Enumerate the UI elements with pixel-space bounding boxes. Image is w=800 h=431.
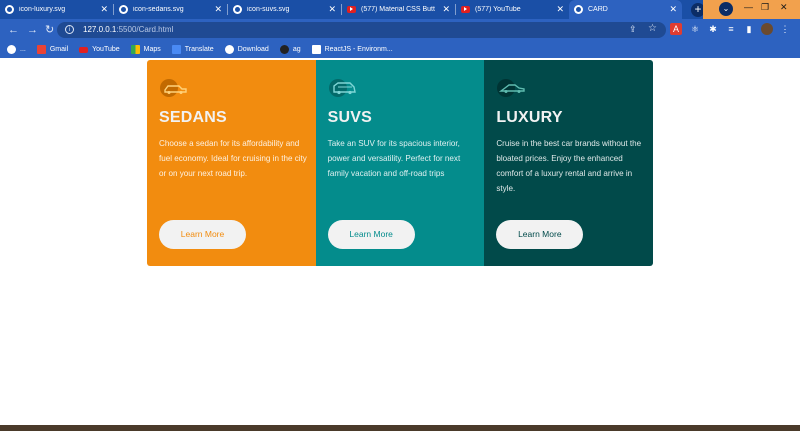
url-path: :5500/Card.html	[116, 25, 174, 34]
bookmarks-bar: ... Gmail YouTube Maps Translate Downloa…	[0, 41, 800, 58]
learn-more-button[interactable]: Learn More	[159, 220, 246, 249]
browser-tab[interactable]: (577) Material CSS Butt ✕	[342, 0, 455, 19]
close-icon[interactable]: ✕	[669, 5, 677, 14]
card-title: SUVS	[327, 109, 373, 126]
globe-icon	[233, 5, 242, 14]
site-info-icon[interactable]: i	[65, 25, 74, 34]
react-icon	[311, 45, 321, 54]
ag-icon	[279, 45, 289, 54]
bookmark-label: Download	[237, 46, 269, 53]
minimize-icon[interactable]: —	[744, 2, 753, 12]
youtube-icon	[347, 6, 356, 13]
globe-icon	[5, 5, 14, 14]
card-description: Cruise in the best car brands without th…	[496, 139, 642, 193]
luxury-car-icon	[497, 79, 526, 97]
bookmark-label: ReactJS - Environm...	[324, 46, 393, 53]
os-taskbar	[0, 425, 800, 431]
card-luxury: LUXURY Cruise in the best car brands wit…	[484, 60, 653, 266]
pdf-extension-icon[interactable]: A	[670, 23, 682, 35]
react-devtools-icon[interactable]: ⚛	[689, 23, 701, 35]
card-group: SEDANS Choose a sedan for its affordabil…	[147, 60, 653, 266]
tab-search-icon[interactable]: ⌄	[719, 2, 733, 16]
restore-icon[interactable]: ❐	[761, 2, 769, 13]
profile-avatar[interactable]	[761, 23, 773, 35]
url-text[interactable]: 127.0.0.1:5500/Card.html	[83, 25, 173, 34]
bookmark-label: Maps	[143, 46, 161, 53]
close-icon[interactable]: ✕	[328, 5, 336, 14]
close-icon[interactable]: ✕	[442, 5, 450, 14]
side-panel-icon[interactable]: ▮	[743, 23, 755, 35]
maps-icon	[130, 45, 140, 54]
bookmark-reactjs[interactable]: ReactJS - Environm...	[311, 45, 393, 54]
download-icon	[224, 45, 234, 54]
share-icon[interactable]: ⇪	[629, 24, 637, 35]
back-icon[interactable]: ←	[8, 23, 19, 37]
tab-title: (577) YouTube	[475, 6, 521, 13]
close-icon[interactable]: ✕	[214, 5, 222, 14]
card-suvs: SUVS Take an SUV for its spacious interi…	[315, 60, 485, 266]
close-icon[interactable]: ✕	[556, 5, 564, 14]
globe-icon	[574, 5, 583, 14]
bookmark-apps[interactable]: ...	[7, 45, 26, 54]
bookmark-youtube[interactable]: YouTube	[79, 46, 120, 53]
bookmark-gmail[interactable]: Gmail	[36, 45, 69, 54]
card-title: LUXURY	[496, 109, 563, 126]
bookmark-ag[interactable]: ag	[279, 45, 301, 54]
learn-more-button[interactable]: Learn More	[327, 220, 415, 249]
tab-title: icon-sedans.svg	[133, 6, 184, 13]
globe-icon	[119, 5, 128, 14]
extensions-puzzle-icon[interactable]: ✱	[707, 23, 719, 35]
bookmark-translate[interactable]: Translate	[171, 45, 214, 54]
youtube-icon	[461, 6, 470, 13]
bookmark-label: Gmail	[49, 46, 69, 53]
url-host: 127.0.0.1	[83, 25, 117, 34]
youtube-icon	[79, 46, 89, 53]
learn-more-button[interactable]: Learn More	[496, 220, 584, 249]
bookmark-label: Translate	[184, 46, 214, 53]
tab-title: (577) Material CSS Butt	[361, 6, 435, 13]
tab-title: icon-luxury.svg	[19, 6, 66, 13]
card-description: Choose a sedan for its affordability and…	[159, 139, 307, 178]
bookmark-label: ...	[20, 46, 26, 53]
close-icon[interactable]: ✕	[100, 5, 108, 14]
bookmark-download[interactable]: Download	[224, 45, 269, 54]
browser-tab[interactable]: icon-suvs.svg ✕	[228, 0, 341, 19]
gmail-icon	[36, 45, 46, 54]
reload-icon[interactable]: ↻	[45, 23, 54, 37]
sedan-car-icon	[160, 79, 187, 97]
card-description: Take an SUV for its spacious interior, p…	[327, 139, 461, 178]
browser-tab[interactable]: icon-sedans.svg ✕	[114, 0, 227, 19]
forward-icon[interactable]: →	[27, 23, 38, 37]
globe-icon	[7, 45, 16, 54]
tab-title: CARD	[588, 6, 608, 13]
browser-tab-active[interactable]: CARD ✕	[569, 0, 682, 19]
tab-strip: icon-luxury.svg ✕ icon-sedans.svg ✕ icon…	[0, 0, 800, 19]
bookmark-star-icon[interactable]: ☆	[648, 23, 657, 34]
browser-tab[interactable]: (577) YouTube ✕	[456, 0, 569, 19]
tab-title: icon-suvs.svg	[247, 6, 290, 13]
media-control-icon[interactable]: ≡	[725, 23, 737, 35]
menu-kebab-icon[interactable]: ⋮	[779, 23, 791, 35]
browser-tab[interactable]: icon-luxury.svg ✕	[0, 0, 113, 19]
card-sedans: SEDANS Choose a sedan for its affordabil…	[147, 60, 316, 266]
address-bar[interactable]: i 127.0.0.1:5500/Card.html ⇪ ☆	[57, 22, 666, 38]
window-close-icon[interactable]: ✕	[780, 2, 788, 13]
bookmark-label: ag	[292, 46, 301, 53]
translate-icon	[171, 45, 181, 54]
card-title: SEDANS	[159, 109, 227, 126]
suv-car-icon	[328, 79, 356, 97]
bookmark-maps[interactable]: Maps	[130, 45, 161, 54]
bookmark-label: YouTube	[92, 46, 120, 53]
